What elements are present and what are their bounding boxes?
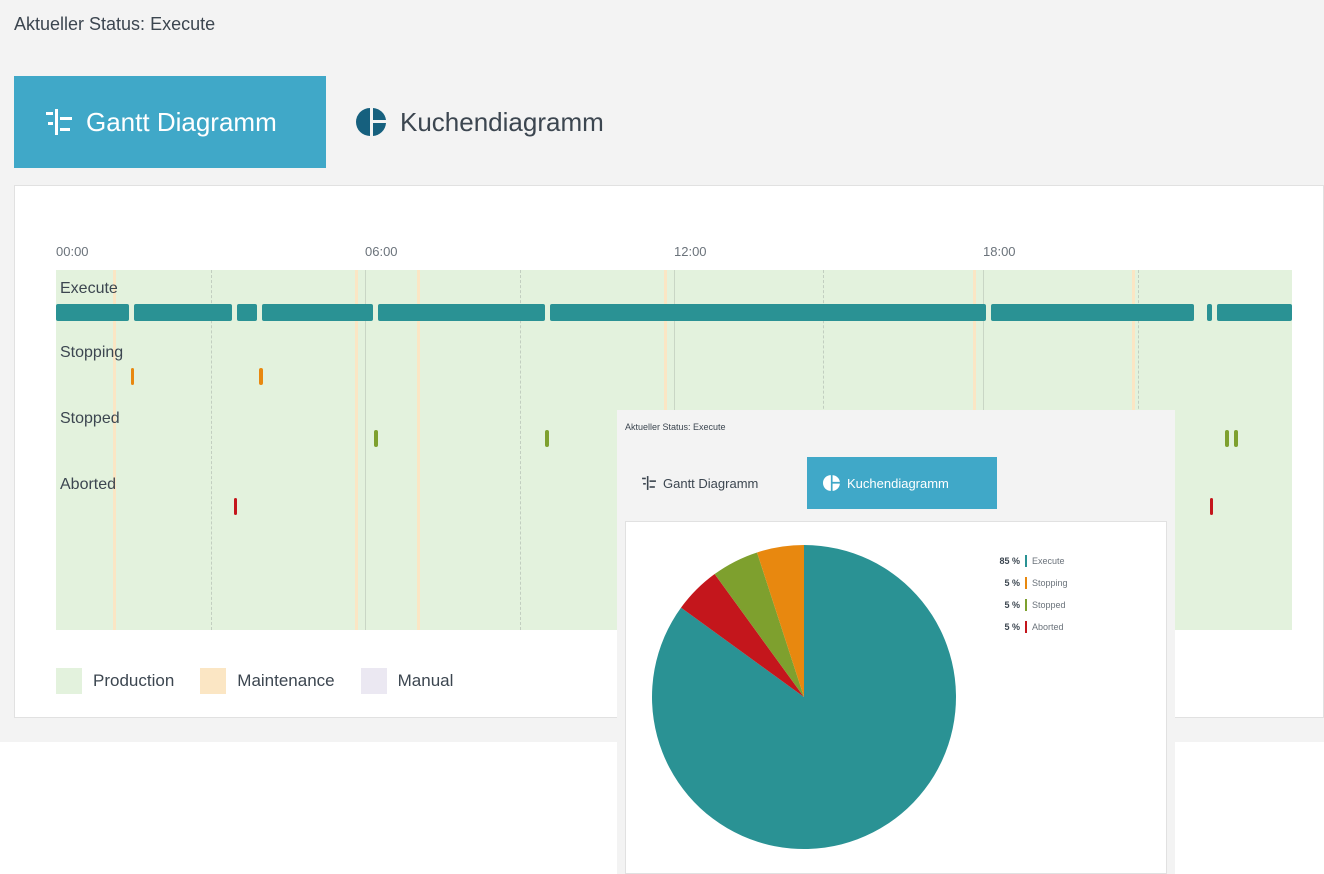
- gantt-legend: Production Maintenance Manual: [56, 668, 479, 694]
- gantt-bar-aborted[interactable]: [1209, 498, 1214, 515]
- pie-overlay-screenshot: Aktueller Status: Execute Gantt Diagramm…: [617, 410, 1175, 874]
- legend-swatch: [200, 668, 227, 694]
- grid-line: [416, 270, 420, 630]
- legend-swatch: [56, 668, 82, 694]
- grid-line: [365, 270, 366, 630]
- tab-label: Gantt Diagramm: [86, 106, 277, 137]
- grid-line: [519, 270, 521, 630]
- overlay-tab-gantt-diagramm[interactable]: Gantt Diagramm: [625, 457, 805, 509]
- gantt-bar-execute[interactable]: [262, 304, 373, 321]
- grid-line: [210, 270, 212, 630]
- gantt-bar-execute[interactable]: [1207, 304, 1213, 321]
- gantt-icon: [641, 476, 657, 490]
- gantt-bar-stopped[interactable]: [374, 430, 378, 447]
- pie-legend-marker: [1025, 555, 1027, 567]
- pie-legend-label: Stopping: [1032, 578, 1068, 588]
- pie-legend-item: 5 % Stopped: [982, 594, 1068, 616]
- gantt-bar-aborted[interactable]: [233, 498, 238, 515]
- pie-chart-icon: [356, 106, 388, 138]
- pie-legend-percent: 5 %: [1004, 578, 1020, 588]
- legend-label: Production: [93, 671, 175, 690]
- legend-label: Maintenance: [237, 671, 335, 690]
- gantt-bar-execute[interactable]: [56, 304, 130, 321]
- grid-line: [354, 270, 358, 630]
- pie-chart-card: 85 % Execute 5 % Stopping 5 % Stopped 5 % Abort…: [625, 521, 1167, 874]
- row-label-stopping: Stopping: [60, 344, 124, 361]
- gantt-bar-stopped[interactable]: [1234, 430, 1238, 447]
- pie-legend-marker: [1025, 621, 1027, 633]
- pie-legend-marker: [1025, 599, 1027, 611]
- legend-item: Maintenance: [200, 668, 335, 694]
- pie-legend-percent: 5 %: [1004, 622, 1020, 632]
- row-label-stopped: Stopped: [60, 410, 120, 427]
- pie-legend-item: 85 % Execute: [982, 550, 1068, 572]
- gantt-bar-stopping[interactable]: [259, 368, 264, 385]
- tab-gantt-diagramm[interactable]: Gantt Diagramm: [14, 76, 326, 168]
- pie-legend-item: 5 % Aborted: [982, 616, 1068, 638]
- pie-legend-item: 5 % Stopping: [982, 572, 1068, 594]
- status-text: Aktueller Status: Execute: [14, 14, 216, 34]
- overlay-tab-kuchendiagramm[interactable]: Kuchendiagramm: [807, 457, 997, 509]
- tab-label: Kuchendiagramm: [400, 106, 604, 137]
- row-label-execute: Execute: [60, 280, 118, 297]
- legend-label: Manual: [397, 671, 454, 690]
- gantt-icon: [44, 109, 74, 135]
- gantt-bar-stopped[interactable]: [1225, 430, 1229, 447]
- pie-legend-label: Stopped: [1032, 600, 1066, 610]
- gantt-bar-execute[interactable]: [990, 304, 1195, 321]
- gantt-bar-execute[interactable]: [550, 304, 986, 321]
- pie-legend-label: Aborted: [1032, 622, 1064, 632]
- pie-chart: [651, 545, 956, 849]
- gantt-bar-stopping[interactable]: [130, 368, 135, 385]
- pie-legend-marker: [1025, 577, 1027, 589]
- pie-legend-percent: 5 %: [1004, 600, 1020, 610]
- legend-item: Production: [56, 668, 174, 694]
- x-tick-label: 06:00: [365, 244, 398, 259]
- pie-legend-percent: 85 %: [999, 556, 1020, 566]
- tab-label: Gantt Diagramm: [663, 475, 759, 491]
- gantt-bar-execute[interactable]: [134, 304, 233, 321]
- gantt-bar-execute[interactable]: [1217, 304, 1292, 321]
- pie-legend-label: Execute: [1032, 556, 1065, 566]
- legend-item: Manual: [360, 668, 454, 694]
- x-tick-label: 00:00: [56, 244, 89, 259]
- x-tick-label: 12:00: [674, 244, 707, 259]
- x-tick-label: 18:00: [983, 244, 1016, 259]
- gantt-bar-execute[interactable]: [377, 304, 546, 321]
- legend-swatch: [360, 668, 387, 694]
- pie-chart-icon: [823, 474, 841, 492]
- gantt-bar-execute[interactable]: [237, 304, 257, 321]
- gantt-bar-stopped[interactable]: [545, 430, 549, 447]
- tab-label: Kuchendiagramm: [847, 475, 949, 491]
- overlay-status-text: Aktueller Status: Execute: [625, 422, 726, 432]
- row-label-aborted: Aborted: [60, 476, 117, 493]
- tab-kuchendiagramm[interactable]: Kuchendiagramm: [356, 76, 604, 168]
- pie-legend: 85 % Execute 5 % Stopping 5 % Stopped 5 % Abort…: [982, 550, 1068, 638]
- grid-line: [112, 270, 116, 630]
